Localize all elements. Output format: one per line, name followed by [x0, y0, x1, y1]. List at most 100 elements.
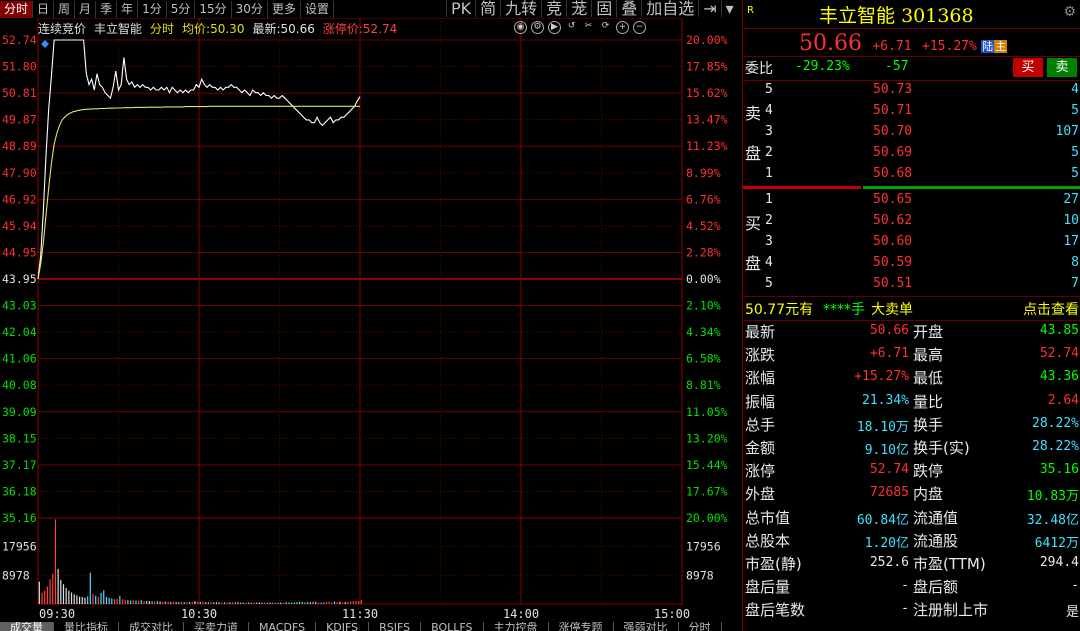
- sell-button[interactable]: 卖: [1047, 58, 1077, 77]
- quote-panel: R 丰立智能 301368 ⚙ 50.66 +6.71 +15.27% 陆主 委…: [742, 0, 1080, 631]
- stat-label: 最高: [913, 346, 944, 365]
- period-button[interactable]: 15分: [195, 0, 232, 18]
- gear-icon[interactable]: ⚙: [1063, 4, 1076, 20]
- stats-row: 涨幅 +15.27% 最低 43.36: [743, 366, 1080, 388]
- limit-up-label: 涨停价:: [322, 22, 363, 36]
- period-button[interactable]: 季: [96, 0, 118, 18]
- stat-label: 金额: [745, 439, 776, 457]
- order-book-row[interactable]: 5 50.51 7: [743, 274, 1080, 296]
- pct-tick-label: 6.76%: [686, 192, 721, 206]
- order-book-row[interactable]: 2 50.69 5: [743, 143, 1080, 165]
- period-button[interactable]: 设置: [301, 0, 334, 18]
- tool-button[interactable]: 九转: [500, 0, 541, 17]
- volume-tick-label: 8978: [686, 568, 714, 582]
- tool-button[interactable]: PK: [446, 0, 475, 17]
- stat-value: 2.64: [1047, 392, 1079, 408]
- stat-value: 43.36: [1039, 369, 1079, 385]
- buy-button[interactable]: 买: [1013, 58, 1043, 77]
- indicator-tab[interactable]: RSIFS: [369, 622, 422, 631]
- order-book-row[interactable]: 4 50.71 5: [743, 101, 1080, 123]
- intraday-chart[interactable]: 52.74 20.00% 51.80 17.85% 50.81 15.62% 49.87 13…: [0, 0, 742, 631]
- undo-icon[interactable]: ↺: [565, 21, 578, 34]
- level-price: 50.65: [873, 192, 913, 207]
- stat-label: 换手: [913, 415, 944, 434]
- order-book-row[interactable]: 1 50.68 5: [743, 164, 1080, 186]
- stat-value: 72685: [869, 485, 909, 501]
- price-tick-label: 51.80: [2, 60, 37, 74]
- period-button[interactable]: 更多: [268, 0, 301, 18]
- stat-value: 是: [1065, 605, 1079, 621]
- tool-button[interactable]: 叠: [616, 0, 641, 17]
- chart-info-line: 连续竞价 丰立智能 分时 均价:50.30 最新:50.66 涨停价:52.74: [38, 20, 397, 36]
- period-button[interactable]: 周: [54, 0, 76, 18]
- indicator-tab[interactable]: 主力控盘: [484, 622, 549, 631]
- stat-value: 9.10亿: [864, 443, 909, 458]
- price-tick-label: 45.94: [2, 219, 37, 233]
- tool-button[interactable]: 加自选: [641, 0, 698, 17]
- pct-tick-label: 20.00%: [686, 511, 728, 525]
- order-book-row[interactable]: 5 50.73 4: [743, 80, 1080, 102]
- indicator-tab[interactable]: 分时: [679, 622, 722, 631]
- indicator-tab[interactable]: 量比指标: [54, 622, 119, 631]
- stat-value: 28.22%: [1032, 415, 1079, 431]
- pct-tick-label: 8.81%: [686, 378, 721, 392]
- pct-tick-label: 4.34%: [686, 325, 721, 339]
- indicator-tab[interactable]: 涨停专题: [549, 622, 614, 631]
- indicator-tab[interactable]: 买卖力道: [184, 622, 249, 631]
- order-book-row[interactable]: 4 50.59 8: [743, 253, 1080, 275]
- level-price: 50.59: [873, 255, 913, 270]
- tool-button[interactable]: 竞: [541, 0, 566, 17]
- period-button[interactable]: 30分: [232, 0, 268, 18]
- order-book-row[interactable]: 2 50.62 10: [743, 211, 1080, 233]
- period-button[interactable]: 5分: [167, 0, 196, 18]
- stat-label: 涨跌: [745, 346, 776, 365]
- play-icon[interactable]: ▶: [548, 21, 561, 34]
- period-button[interactable]: 日: [33, 0, 55, 18]
- refresh-icon[interactable]: ⟳: [599, 21, 612, 34]
- period-button[interactable]: 分时: [0, 0, 34, 18]
- level-price: 50.71: [873, 103, 913, 118]
- stat-label: 盘后额: [913, 578, 959, 597]
- stat-value: 52.74: [1039, 346, 1079, 362]
- level-volume: 7: [1071, 276, 1079, 291]
- stat-value: -: [1071, 578, 1079, 594]
- weibi-value: -29.23%: [795, 59, 850, 74]
- order-book-row[interactable]: 1 50.65 27: [743, 190, 1080, 212]
- avg-price-value: 50.30: [210, 22, 245, 36]
- level: 4: [765, 255, 773, 270]
- chevron-down-icon[interactable]: ▾: [720, 0, 738, 17]
- tool-button[interactable]: 固: [591, 0, 616, 17]
- scissors-icon[interactable]: ✂: [582, 21, 595, 34]
- big-order-link[interactable]: 点击查看: [1023, 299, 1079, 319]
- pct-tick-label: 2.28%: [686, 245, 721, 259]
- tool-button[interactable]: 茏: [566, 0, 591, 17]
- price-tick-label: 38.15: [2, 431, 37, 445]
- pct-tick-label: 11.23%: [686, 139, 728, 153]
- order-book-row[interactable]: 3 50.70 107: [743, 122, 1080, 144]
- zoom-in-icon[interactable]: +: [616, 21, 629, 34]
- order-book-row[interactable]: 3 50.60 17: [743, 232, 1080, 254]
- time-tick-label: 11:30: [342, 607, 378, 621]
- settings-icon[interactable]: ⚙: [531, 21, 544, 34]
- indicator-tab[interactable]: MACDFS: [249, 622, 317, 631]
- level-price: 50.51: [873, 276, 913, 291]
- indicator-tab[interactable]: 强弱对比: [614, 622, 679, 631]
- pct-tick-label: 11.05%: [686, 405, 728, 419]
- tool-button[interactable]: 简: [475, 0, 500, 17]
- period-button[interactable]: 1分: [138, 0, 167, 18]
- pin-icon[interactable]: ⇥: [698, 0, 720, 17]
- eye-icon[interactable]: ◉: [514, 21, 527, 34]
- zoom-out-icon[interactable]: −: [633, 21, 646, 34]
- indicator-tab[interactable]: 成交对比: [119, 622, 184, 631]
- price-tick-label: 48.89: [2, 139, 37, 153]
- period-button[interactable]: 年: [117, 0, 139, 18]
- indicator-tab[interactable]: BOLLFS: [421, 622, 484, 631]
- last-price-value: 50.66: [280, 22, 315, 36]
- level: 1: [765, 192, 773, 207]
- stat-value: 50.66: [869, 323, 909, 338]
- period-button[interactable]: 月: [75, 0, 97, 18]
- weicha-value: -57: [885, 59, 909, 74]
- indicator-tab[interactable]: KDJFS: [316, 622, 370, 631]
- indicator-tab[interactable]: 成交量: [0, 622, 54, 631]
- stat-value: 6412万: [1034, 535, 1079, 551]
